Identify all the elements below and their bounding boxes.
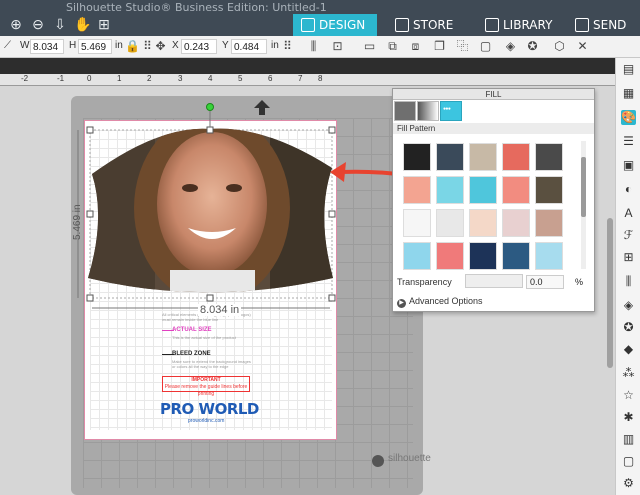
silhouette-logo-icon (372, 455, 384, 467)
replicate-icon[interactable]: ⊞ (621, 250, 636, 265)
fill-pattern-button[interactable] (440, 101, 462, 121)
pattern-swatch[interactable] (535, 242, 563, 270)
trace-icon[interactable]: ⁂ (621, 366, 636, 381)
pattern-swatch[interactable] (502, 143, 530, 171)
pattern-swatch[interactable] (535, 176, 563, 204)
pattern-swatch[interactable] (469, 143, 497, 171)
rotate-handle[interactable] (206, 103, 214, 111)
line-style-icon[interactable]: ☰ (621, 134, 636, 149)
scrollbar-thumb[interactable] (607, 218, 613, 368)
width-dimension: 8.034 in (198, 304, 242, 316)
transparency-icon[interactable]: ◐ (621, 182, 636, 197)
fill-solid-button[interactable] (394, 101, 416, 121)
fill-pattern-label: Fill Pattern (393, 123, 594, 134)
photo-fill[interactable] (85, 113, 340, 303)
feed-direction-icon (254, 100, 270, 115)
silhouette-watermark: silhouette (388, 453, 431, 464)
pattern-swatch[interactable] (469, 209, 497, 237)
modify-icon[interactable]: ✱ (621, 410, 636, 425)
align-panel-icon[interactable]: ⫼ (621, 274, 636, 289)
text-style-icon[interactable]: A (621, 206, 636, 221)
pattern-swatch[interactable] (403, 242, 431, 270)
transparency-slider[interactable] (465, 274, 523, 288)
pattern-swatch[interactable] (403, 209, 431, 237)
page-setup-icon[interactable]: ▤ (621, 62, 636, 77)
pattern-swatch[interactable] (403, 176, 431, 204)
pattern-swatch[interactable] (469, 176, 497, 204)
pattern-scroll-thumb[interactable] (581, 157, 586, 217)
pattern-swatch[interactable] (403, 143, 431, 171)
pattern-swatch[interactable] (502, 209, 530, 237)
settings-gear-icon[interactable]: ⚙ (621, 476, 636, 491)
pattern-swatch[interactable] (436, 209, 464, 237)
library-panel-icon[interactable]: ▢ (621, 454, 636, 469)
expand-arrow-icon: ▶ (397, 299, 406, 308)
pattern-swatch[interactable] (535, 143, 563, 171)
grid-settings-icon[interactable]: ▦ (621, 86, 636, 101)
pattern-swatch[interactable] (436, 242, 464, 270)
pattern-swatch[interactable] (502, 176, 530, 204)
transparency-unit: % (575, 277, 584, 287)
height-dimension: 5.469 in (72, 204, 83, 240)
canvas-scrollbar[interactable] (606, 88, 614, 368)
fill-panel-icon[interactable]: 🎨 (621, 110, 636, 125)
pattern-swatch[interactable] (535, 209, 563, 237)
pattern-swatch[interactable] (469, 242, 497, 270)
offset-icon[interactable]: ◆ (621, 342, 636, 357)
pattern-swatch[interactable] (436, 176, 464, 204)
favorites-icon[interactable]: ☆ (621, 388, 636, 403)
transform-icon[interactable]: ◈ (621, 298, 636, 313)
fill-panel-title: FILL (393, 89, 594, 100)
design-star-icon[interactable]: ✪ (621, 320, 636, 335)
fill-type-selector (394, 101, 462, 121)
transparency-label: Transparency (397, 277, 452, 287)
sketch-icon[interactable]: ℱ (621, 228, 636, 243)
pattern-swatch[interactable] (436, 143, 464, 171)
fill-gradient-button[interactable] (417, 101, 439, 121)
nest-icon[interactable]: ▥ (621, 432, 636, 447)
pattern-swatch[interactable] (502, 242, 530, 270)
pattern-scrollbar[interactable] (581, 141, 586, 269)
pattern-swatch-grid (403, 143, 571, 270)
fill-panel: FILL Fill Pattern Transparency 0.0 % ▶Ad… (392, 88, 595, 312)
advanced-options-label: Advanced Options (409, 296, 483, 306)
image-effects-icon[interactable]: ▣ (621, 158, 636, 173)
transparency-input[interactable]: 0.0 (526, 275, 564, 289)
right-sidebar: ▤ ▦ 🎨 ☰ ▣ ◐ A ℱ ⊞ ⫼ ◈ ✪ ◆ ⁂ ☆ ✱ ▥ ▢ ⚙ (615, 58, 640, 495)
advanced-options-toggle[interactable]: ▶ Advanced Options (397, 296, 483, 308)
